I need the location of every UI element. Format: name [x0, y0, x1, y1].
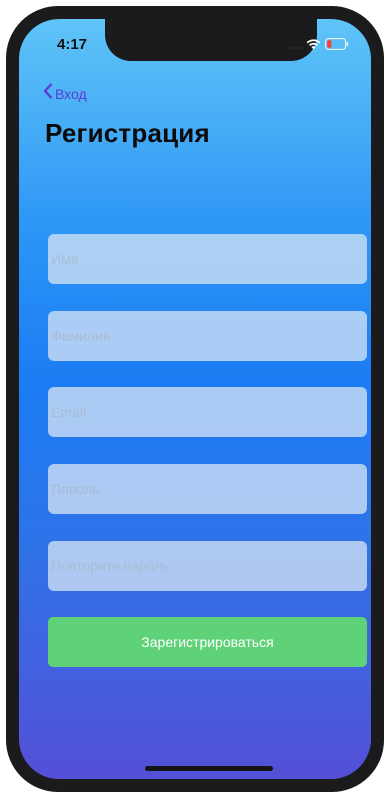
password-input[interactable]	[48, 464, 367, 514]
signal-dots-icon	[289, 37, 302, 55]
wifi-icon	[306, 37, 321, 55]
first-name-input[interactable]	[48, 234, 367, 284]
app-screen: 4:17 Вход Регистрация Имя Фамилия Email …	[19, 19, 371, 779]
chevron-left-icon	[43, 83, 53, 104]
device-notch	[105, 19, 317, 61]
back-button[interactable]: Вход	[43, 83, 87, 104]
back-label: Вход	[55, 85, 87, 102]
last-name-input[interactable]	[48, 311, 367, 361]
status-time: 4:17	[57, 36, 88, 53]
register-button[interactable]: Зарегистрироваться	[48, 617, 367, 667]
page-title: Регистрация	[45, 118, 210, 148]
repeat-password-input[interactable]	[48, 541, 367, 591]
email-input[interactable]	[48, 387, 367, 437]
phone-frame: 4:17 Вход Регистрация Имя Фамилия Email …	[6, 6, 384, 792]
battery-low-icon	[325, 37, 349, 55]
status-icons	[289, 37, 349, 55]
home-indicator[interactable]	[145, 766, 273, 771]
